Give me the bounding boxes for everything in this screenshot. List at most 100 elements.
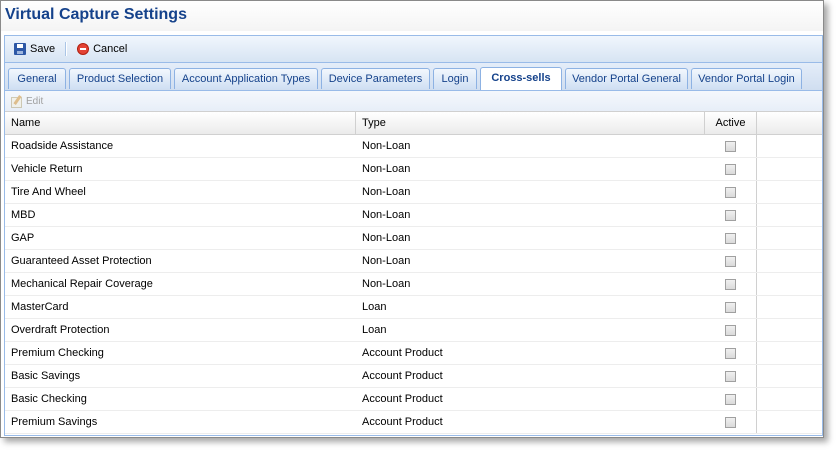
table-row[interactable]: MBD Non-Loan <box>5 204 822 227</box>
save-label: Save <box>30 43 56 55</box>
column-header-type[interactable]: Type <box>356 112 705 134</box>
cell-type: Non-Loan <box>362 232 411 244</box>
table-row[interactable]: MasterCard Loan <box>5 296 822 319</box>
active-checkbox[interactable] <box>725 140 736 152</box>
grid-header: Name Type Active <box>5 112 822 135</box>
cell-filler <box>757 135 822 157</box>
grid-toolbar: Edit <box>5 91 822 112</box>
cell-type: Account Product <box>362 370 443 382</box>
active-checkbox[interactable] <box>725 232 736 244</box>
cell-name: MasterCard <box>11 301 69 313</box>
cell-active <box>705 342 757 364</box>
cell-name: MBD <box>11 209 36 221</box>
cell-name: Premium Checking <box>11 347 104 359</box>
cell-type: Non-Loan <box>362 186 411 198</box>
tab-product-selection[interactable]: Product Selection <box>69 68 171 89</box>
edit-button[interactable]: Edit <box>26 96 43 107</box>
cell-name: Roadside Assistance <box>11 140 114 152</box>
cell-type: Non-Loan <box>362 255 411 267</box>
cell-filler <box>757 296 822 318</box>
cell-type: Non-Loan <box>362 278 411 290</box>
table-row[interactable]: Overdraft Protection Loan <box>5 319 822 342</box>
cancel-button[interactable]: Cancel <box>73 39 131 59</box>
active-checkbox[interactable] <box>725 186 736 198</box>
cell-type: Account Product <box>362 393 443 405</box>
cancel-icon <box>77 43 90 55</box>
tab-login[interactable]: Login <box>433 68 477 89</box>
table-row[interactable]: Tire And Wheel Non-Loan <box>5 181 822 204</box>
active-checkbox[interactable] <box>725 163 736 175</box>
tab-device-parameters[interactable]: Device Parameters <box>321 68 430 89</box>
active-checkbox[interactable] <box>725 255 736 267</box>
column-header-active[interactable]: Active <box>705 112 757 134</box>
tab-cross-sells[interactable]: Cross-sells <box>480 67 562 90</box>
cell-type: Loan <box>362 324 387 336</box>
cell-name: Guaranteed Asset Protection <box>11 255 152 267</box>
active-checkbox[interactable] <box>725 324 736 336</box>
column-header-filler <box>757 112 822 134</box>
cell-active <box>705 250 757 272</box>
cell-name: Vehicle Return <box>11 163 83 175</box>
cell-filler <box>757 181 822 203</box>
cell-filler <box>757 342 822 364</box>
settings-tabstrip: General Product Selection Account Applic… <box>5 63 822 91</box>
table-row[interactable]: Mechanical Repair Coverage Non-Loan <box>5 273 822 296</box>
cell-active <box>705 365 757 387</box>
cell-active <box>705 135 757 157</box>
cell-active <box>705 319 757 341</box>
edit-icon <box>11 95 23 108</box>
table-row[interactable]: Premium Savings Account Product <box>5 411 822 434</box>
cell-filler <box>757 319 822 341</box>
cell-type: Account Product <box>362 416 443 428</box>
active-checkbox[interactable] <box>725 393 736 405</box>
main-toolbar: Save Cancel <box>5 36 822 63</box>
window-title: Virtual Capture Settings <box>1 1 823 31</box>
cell-filler <box>757 158 822 180</box>
cell-name: Basic Savings <box>11 370 81 382</box>
save-icon <box>14 43 26 55</box>
table-row[interactable]: Premium Checking Account Product <box>5 342 822 365</box>
cell-name: Basic Checking <box>11 393 87 405</box>
tab-account-application-types[interactable]: Account Application Types <box>174 68 318 89</box>
cell-type: Loan <box>362 301 387 313</box>
tab-general[interactable]: General <box>8 68 66 89</box>
save-button[interactable]: Save <box>10 39 59 59</box>
cell-type: Account Product <box>362 347 443 359</box>
cell-filler <box>757 388 822 410</box>
cell-active <box>705 388 757 410</box>
table-row[interactable]: Basic Checking Account Product <box>5 388 822 411</box>
cell-filler <box>757 204 822 226</box>
active-checkbox[interactable] <box>725 416 736 428</box>
table-row[interactable]: Guaranteed Asset Protection Non-Loan <box>5 250 822 273</box>
cell-filler <box>757 273 822 295</box>
cell-type: Non-Loan <box>362 163 411 175</box>
table-row[interactable]: Basic Savings Account Product <box>5 365 822 388</box>
cell-name: GAP <box>11 232 35 244</box>
grid-body: Roadside Assistance Non-Loan Vehicle Retur… <box>5 135 822 434</box>
active-checkbox[interactable] <box>725 370 736 382</box>
cell-active <box>705 158 757 180</box>
cell-type: Non-Loan <box>362 209 411 221</box>
cell-type: Non-Loan <box>362 140 411 152</box>
tab-vendor-portal-login[interactable]: Vendor Portal Login <box>691 68 802 89</box>
cell-filler <box>757 250 822 272</box>
table-row[interactable]: Roadside Assistance Non-Loan <box>5 135 822 158</box>
active-checkbox[interactable] <box>725 209 736 221</box>
settings-panel: Save Cancel General Product Selection Ac… <box>4 35 823 436</box>
active-checkbox[interactable] <box>725 278 736 290</box>
cell-filler <box>757 365 822 387</box>
cell-name: Premium Savings <box>11 416 98 428</box>
cell-active <box>705 204 757 226</box>
toolbar-separator <box>65 42 68 56</box>
table-row[interactable]: Vehicle Return Non-Loan <box>5 158 822 181</box>
cell-filler <box>757 227 822 249</box>
cell-name: Tire And Wheel <box>11 186 86 198</box>
active-checkbox[interactable] <box>725 347 736 359</box>
column-header-name[interactable]: Name <box>5 112 356 134</box>
active-checkbox[interactable] <box>725 301 736 313</box>
cell-active <box>705 296 757 318</box>
table-row[interactable]: GAP Non-Loan <box>5 227 822 250</box>
settings-window: Virtual Capture Settings Save Cancel Gen… <box>0 0 824 438</box>
cell-name: Overdraft Protection <box>11 324 110 336</box>
tab-vendor-portal-general[interactable]: Vendor Portal General <box>565 68 688 89</box>
